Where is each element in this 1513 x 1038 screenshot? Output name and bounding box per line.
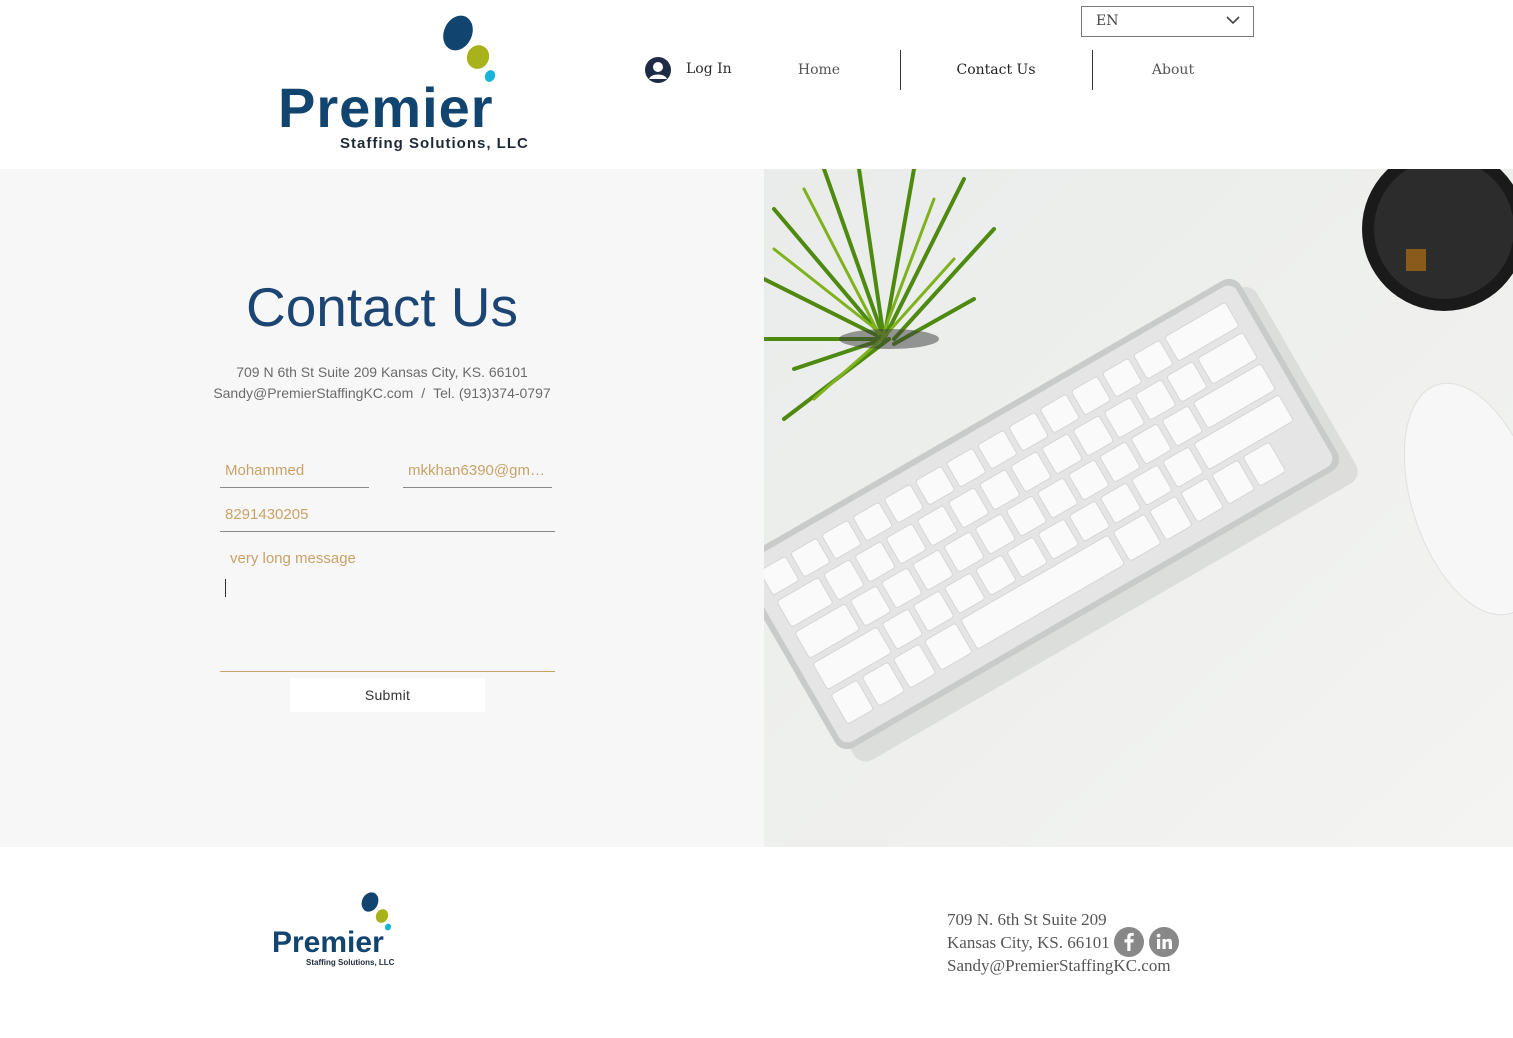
contact-phone: Tel. (913)374-0797 bbox=[433, 385, 551, 401]
footer-address-line1: 709 N. 6th St Suite 209 bbox=[947, 910, 1107, 929]
contact-email[interactable]: Sandy@PremierStaffingKC.com bbox=[213, 385, 413, 401]
nav-about[interactable]: About bbox=[1085, 50, 1261, 90]
footer-logo-wordmark: Premier bbox=[272, 926, 384, 959]
footer-email[interactable]: Sandy@PremierStaffingKC.com bbox=[947, 954, 1171, 977]
linkedin-icon bbox=[1156, 933, 1172, 949]
name-field-value: Mohammed bbox=[225, 462, 305, 479]
language-select[interactable]: EN bbox=[1081, 6, 1254, 37]
footer-logo-tagline: Staffing Solutions, LLC bbox=[306, 958, 395, 967]
logo-tagline: Staffing Solutions, LLC bbox=[340, 135, 529, 152]
linkedin-button[interactable] bbox=[1149, 927, 1179, 957]
name-field[interactable]: Mohammed bbox=[220, 456, 369, 488]
nav-divider bbox=[900, 50, 901, 90]
chevron-down-icon bbox=[1226, 16, 1240, 25]
email-field[interactable]: mkkhan6390@gma... bbox=[403, 456, 552, 488]
phone-field[interactable]: 8291430205 bbox=[220, 500, 555, 532]
nav-contact-us[interactable]: Contact Us bbox=[908, 50, 1084, 90]
desk-photo bbox=[764, 169, 1513, 847]
phone-field-value: 8291430205 bbox=[225, 506, 309, 523]
facebook-button[interactable] bbox=[1114, 927, 1144, 957]
message-field[interactable]: very long message bbox=[220, 544, 555, 672]
contact-address: 709 N 6th St Suite 209 Kansas City, KS. … bbox=[236, 364, 528, 380]
language-value: EN bbox=[1096, 13, 1119, 29]
message-text: very long message bbox=[230, 550, 356, 567]
premier-logo[interactable]: Premier Staffing Solutions, LLC bbox=[278, 12, 588, 157]
message-field-value: very long message bbox=[220, 544, 555, 604]
page-title: Contact Us bbox=[245, 276, 519, 338]
facebook-icon bbox=[1124, 932, 1134, 951]
site-header: Premier Staffing Solutions, LLC EN Log I… bbox=[0, 0, 1513, 169]
logo-wordmark: Premier bbox=[278, 76, 494, 139]
footer-address-line2: Kansas City, KS. 66101 bbox=[947, 933, 1110, 952]
user-avatar-icon bbox=[645, 57, 671, 83]
email-field-value: mkkhan6390@gma... bbox=[408, 462, 551, 479]
nav-home[interactable]: Home bbox=[731, 50, 907, 90]
keyboard-desk-image bbox=[764, 169, 1513, 847]
login-label: Log In bbox=[686, 61, 732, 77]
text-caret bbox=[225, 579, 226, 597]
contact-separator: / bbox=[421, 385, 426, 401]
submit-button[interactable]: Submit bbox=[290, 678, 485, 712]
footer-logo[interactable]: Premier Staffing Solutions, LLC bbox=[272, 890, 442, 972]
contact-info-line: Sandy@PremierStaffingKC.com / Tel. (913)37… bbox=[0, 385, 764, 401]
